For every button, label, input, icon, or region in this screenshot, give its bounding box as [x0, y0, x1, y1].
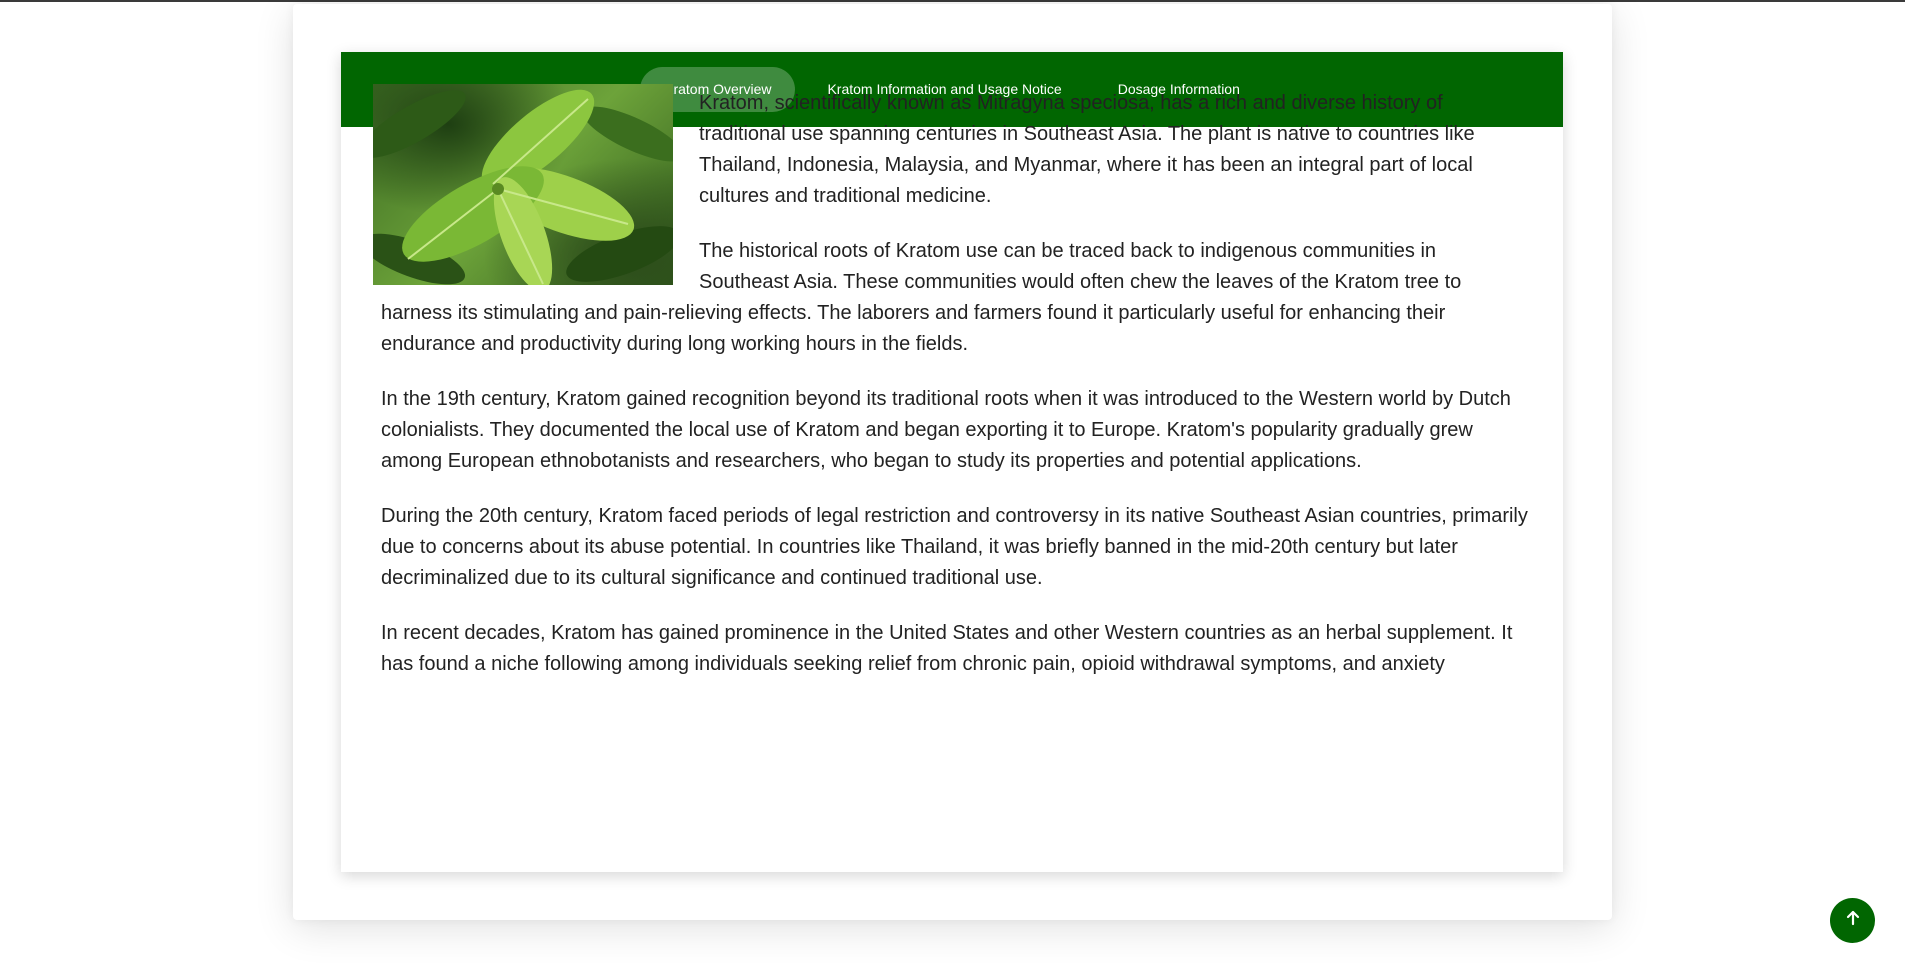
scroll-to-top-button[interactable] — [1830, 898, 1875, 943]
page-card: Kratom Overview Kratom Information and U… — [293, 4, 1612, 920]
content-card: Kratom Overview Kratom Information and U… — [341, 52, 1563, 872]
paragraph-3: In the 19th century, Kratom gained recog… — [381, 388, 1511, 472]
kratom-leaf-image — [373, 84, 673, 285]
paragraph-5: In recent decades, Kratom has gained pro… — [381, 622, 1513, 675]
paragraph-4: During the 20th century, Kratom faced pe… — [381, 505, 1528, 589]
top-border — [0, 0, 1905, 2]
article-body: Kratom, scientifically known as Mitragyn… — [373, 84, 1531, 704]
arrow-up-icon — [1845, 910, 1861, 931]
